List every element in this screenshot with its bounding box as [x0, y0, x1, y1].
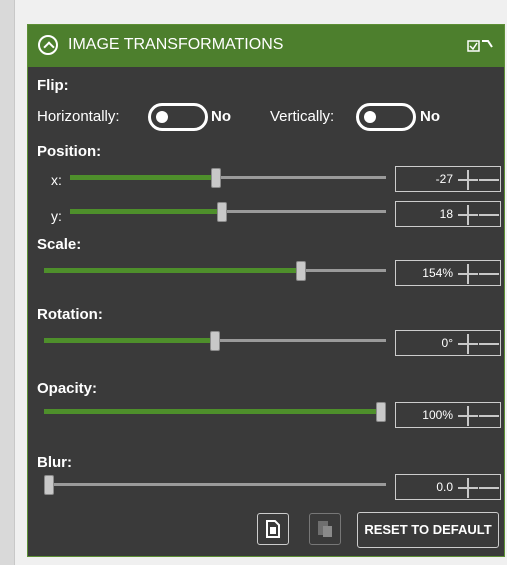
decrement-icon[interactable]: [479, 273, 499, 275]
checkbox-pin-icon[interactable]: [467, 38, 493, 54]
blur-heading: Blur:: [37, 454, 72, 471]
increment-icon[interactable]: [458, 406, 478, 426]
position-y-slider[interactable]: [70, 202, 386, 222]
slider-thumb[interactable]: [296, 261, 306, 281]
slider-fill: [70, 175, 216, 180]
position-x-slider[interactable]: [70, 168, 386, 188]
flip-vertical-label: Vertically:: [270, 108, 335, 125]
flip-vertical-value: No: [420, 108, 440, 125]
left-strip: [0, 0, 15, 565]
position-y-label: y:: [51, 208, 62, 224]
slider-fill: [44, 338, 215, 343]
flip-horizontal-label: Horizontally:: [37, 108, 120, 125]
flip-horizontal-value: No: [211, 108, 231, 125]
scale-slider[interactable]: [44, 261, 386, 281]
scale-value: 154%: [422, 266, 453, 280]
flip-vertical-toggle[interactable]: [356, 103, 416, 131]
rotation-input[interactable]: 0°: [395, 330, 501, 356]
slider-track: [44, 483, 386, 486]
increment-icon[interactable]: [458, 170, 478, 190]
blur-slider[interactable]: [44, 475, 386, 495]
increment-icon[interactable]: [458, 205, 478, 225]
collapse-chevron-icon[interactable]: [38, 35, 58, 55]
increment-icon[interactable]: [458, 478, 478, 498]
position-x-label: x:: [51, 172, 62, 188]
slider-thumb[interactable]: [211, 168, 221, 188]
panel-title: IMAGE TRANSFORMATIONS: [68, 36, 284, 53]
opacity-heading: Opacity:: [37, 380, 98, 397]
position-y-value: 18: [439, 207, 453, 221]
reset-to-default-button[interactable]: RESET TO DEFAULT: [357, 512, 499, 548]
position-x-value: -27: [435, 172, 453, 186]
flip-horizontal-toggle[interactable]: [148, 103, 208, 131]
slider-fill: [44, 268, 301, 273]
rotation-heading: Rotation:: [37, 306, 103, 323]
decrement-icon[interactable]: [479, 415, 499, 417]
copy-button[interactable]: [257, 513, 289, 545]
decrement-icon[interactable]: [479, 343, 499, 345]
decrement-icon[interactable]: [479, 214, 499, 216]
copy-icon: [266, 520, 280, 538]
decrement-icon[interactable]: [479, 487, 499, 489]
slider-fill: [70, 209, 222, 214]
slider-fill: [44, 409, 381, 414]
flip-heading: Flip:: [37, 77, 69, 94]
increment-icon[interactable]: [458, 264, 478, 284]
position-x-input[interactable]: -27: [395, 166, 501, 192]
rotation-value: 0°: [441, 336, 453, 350]
position-heading: Position:: [37, 143, 102, 160]
paste-icon: [318, 521, 332, 537]
opacity-input[interactable]: 100%: [395, 402, 501, 428]
decrement-icon[interactable]: [479, 179, 499, 181]
opacity-value: 100%: [422, 408, 453, 422]
blur-input[interactable]: 0.0: [395, 474, 501, 500]
slider-thumb[interactable]: [376, 402, 386, 422]
paste-button[interactable]: [309, 513, 341, 545]
slider-thumb[interactable]: [217, 202, 227, 222]
scale-heading: Scale:: [37, 236, 82, 253]
opacity-slider[interactable]: [44, 402, 386, 422]
position-y-input[interactable]: 18: [395, 201, 501, 227]
slider-thumb[interactable]: [210, 331, 220, 351]
increment-icon[interactable]: [458, 334, 478, 354]
image-transformations-panel: IMAGE TRANSFORMATIONS Flip: Horizontally…: [27, 24, 505, 557]
blur-value: 0.0: [436, 480, 453, 494]
slider-thumb[interactable]: [44, 475, 54, 495]
rotation-slider[interactable]: [44, 331, 386, 351]
panel-header[interactable]: IMAGE TRANSFORMATIONS: [28, 25, 504, 67]
scale-input[interactable]: 154%: [395, 260, 501, 286]
